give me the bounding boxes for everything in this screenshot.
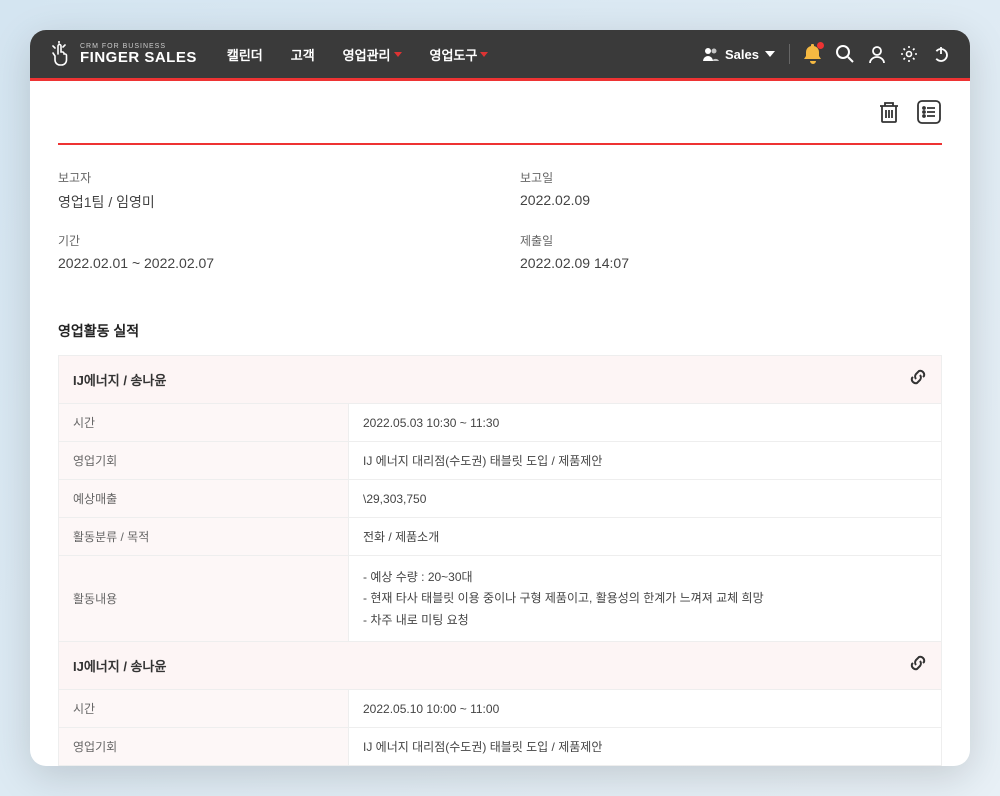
power-button[interactable] (932, 45, 950, 63)
detail-row-category: 활동분류 / 목적 전화 / 제품소개 (59, 518, 941, 556)
logo[interactable]: CRM FOR BUSINESS FINGER SALES (50, 41, 197, 67)
field-label: 기간 (58, 232, 480, 249)
activity-card: IJ에너지 / 송나윤 시간 2022.05.03 10:30 ~ 11:30 … (58, 355, 942, 642)
report-summary: 보고자 영업1팀 / 임영미 보고일 2022.02.09 기간 2022.02… (58, 169, 942, 271)
detail-row-time: 시간 2022.05.03 10:30 ~ 11:30 (59, 404, 941, 442)
detail-value: 2022.05.10 10:00 ~ 11:00 (349, 690, 941, 727)
field-label: 보고일 (520, 169, 942, 186)
detail-row-revenue: 예상매출 \29,303,750 (59, 480, 941, 518)
detail-label: 예상매출 (59, 480, 349, 517)
app-header: CRM FOR BUSINESS FINGER SALES 캘린더 고객 영업관… (30, 30, 970, 78)
nav-customer[interactable]: 고객 (291, 45, 315, 64)
user-menu[interactable]: Sales (703, 47, 775, 62)
period-field: 기간 2022.02.01 ~ 2022.02.07 (58, 232, 480, 271)
nav-sales-manage[interactable]: 영업관리 (343, 45, 402, 64)
activity-card-header: IJ에너지 / 송나윤 (59, 356, 941, 404)
activity-card-header: IJ에너지 / 송나윤 (59, 642, 941, 690)
link-icon[interactable] (909, 654, 927, 677)
detail-value: IJ 에너지 대리점(수도권) 태블릿 도입 / 제품제안 (349, 442, 941, 479)
pointer-icon (50, 41, 72, 67)
chevron-down-icon (480, 52, 488, 57)
detail-value: - 예상 수량 : 20~30대 - 현재 타사 태블릿 이용 중이나 구형 제… (349, 556, 941, 641)
detail-value: 2022.05.03 10:30 ~ 11:30 (349, 404, 941, 441)
field-value: 2022.02.09 (520, 192, 942, 208)
activity-card: IJ에너지 / 송나윤 시간 2022.05.10 10:00 ~ 11:00 … (58, 641, 942, 766)
chevron-down-icon (765, 51, 775, 57)
header-actions: Sales (703, 44, 950, 64)
user-label: Sales (725, 47, 759, 62)
notification-dot (817, 42, 824, 49)
logo-title: FINGER SALES (80, 50, 197, 65)
detail-row-time: 시간 2022.05.10 10:00 ~ 11:00 (59, 690, 941, 728)
report-date-field: 보고일 2022.02.09 (520, 169, 942, 212)
nav-sales-tools[interactable]: 영업도구 (430, 45, 489, 64)
users-icon (703, 47, 719, 61)
detail-row-opportunity: 영업기회 IJ 에너지 대리점(수도권) 태블릿 도입 / 제품제안 (59, 442, 941, 480)
search-button[interactable] (836, 45, 854, 63)
detail-label: 시간 (59, 690, 349, 727)
detail-value: \29,303,750 (349, 480, 941, 517)
activity-title: IJ에너지 / 송나윤 (73, 656, 166, 675)
notifications-button[interactable] (804, 44, 822, 64)
field-label: 보고자 (58, 169, 480, 186)
reporter-field: 보고자 영업1팀 / 임영미 (58, 169, 480, 212)
main-nav: 캘린더 고객 영업관리 영업도구 (227, 45, 489, 64)
detail-value: 전화 / 제품소개 (349, 518, 941, 555)
page-content: 보고자 영업1팀 / 임영미 보고일 2022.02.09 기간 2022.02… (30, 81, 970, 766)
delete-button[interactable] (876, 99, 902, 125)
submit-date-field: 제출일 2022.02.09 14:07 (520, 232, 942, 271)
detail-label: 영업기회 (59, 442, 349, 479)
page-toolbar (58, 99, 942, 125)
detail-row-content: 활동내용 - 예상 수량 : 20~30대 - 현재 타사 태블릿 이용 중이나… (59, 556, 941, 641)
section-divider (58, 143, 942, 145)
chevron-down-icon (394, 52, 402, 57)
field-value: 2022.02.09 14:07 (520, 255, 942, 271)
field-value: 2022.02.01 ~ 2022.02.07 (58, 255, 480, 271)
section-title: 영업활동 실적 (58, 321, 942, 341)
profile-button[interactable] (868, 45, 886, 63)
nav-calendar[interactable]: 캘린더 (227, 45, 263, 64)
link-icon[interactable] (909, 368, 927, 391)
field-label: 제출일 (520, 232, 942, 249)
detail-label: 활동분류 / 목적 (59, 518, 349, 555)
field-value: 영업1팀 / 임영미 (58, 192, 480, 212)
detail-label: 활동내용 (59, 556, 349, 641)
activity-title: IJ에너지 / 송나윤 (73, 370, 166, 389)
divider (789, 44, 790, 64)
detail-label: 시간 (59, 404, 349, 441)
app-window: CRM FOR BUSINESS FINGER SALES 캘린더 고객 영업관… (30, 30, 970, 766)
list-button[interactable] (916, 99, 942, 125)
settings-button[interactable] (900, 45, 918, 63)
